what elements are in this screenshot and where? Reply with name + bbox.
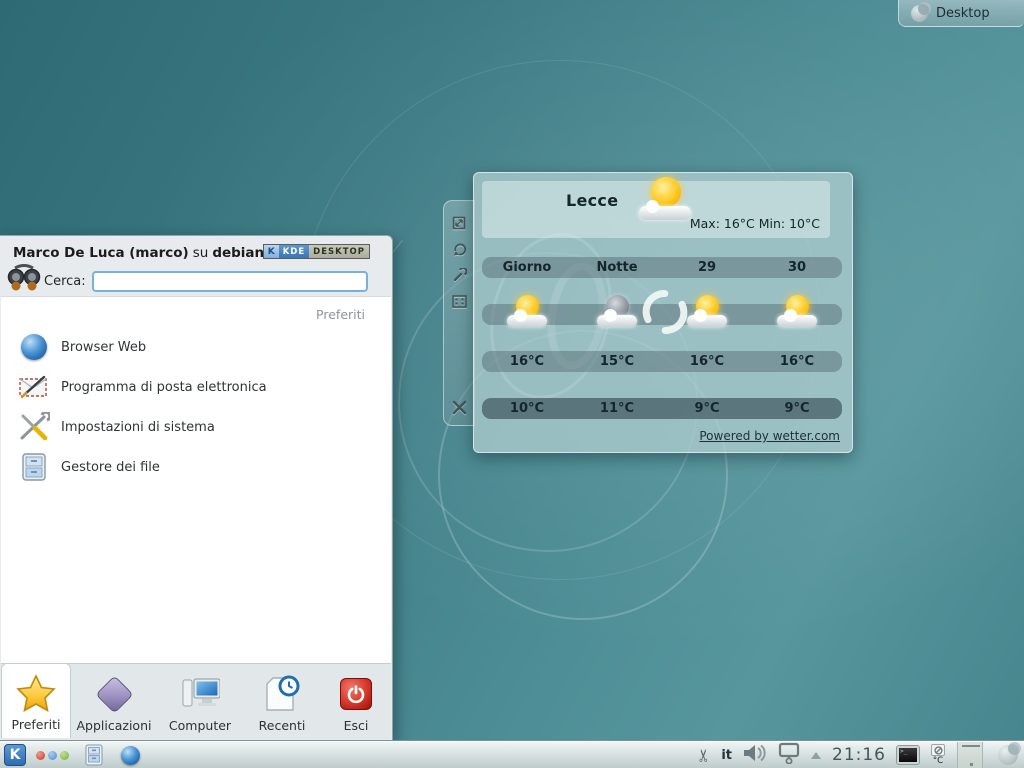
- computer-icon: [180, 674, 220, 714]
- green-dot-icon: [60, 751, 69, 760]
- favorite-item-browser-web[interactable]: Browser Web: [1, 327, 391, 367]
- badge-kde-label: KDE: [279, 245, 309, 258]
- tab-preferiti[interactable]: Preferiti: [1, 663, 71, 738]
- tab-applicazioni[interactable]: Applicazioni: [71, 664, 157, 739]
- blue-dot-icon: [48, 751, 57, 760]
- badge-desktop-label: DESKTOP: [309, 245, 369, 258]
- email-icon: [17, 370, 51, 404]
- kde-logo-icon: K: [264, 245, 279, 258]
- host-name: debian: [212, 245, 264, 261]
- weather-column-headers: Giorno Notte 29 30: [482, 257, 842, 278]
- tab-label: Computer: [169, 718, 231, 733]
- panel-widget-strip[interactable]: [957, 742, 983, 768]
- widget-handle[interactable]: [443, 200, 475, 426]
- favorite-item-system-settings[interactable]: Impostazioni di sistema: [1, 407, 391, 447]
- search-label: Cerca:: [44, 274, 86, 289]
- favorites-section-label: Preferiti: [316, 307, 365, 322]
- weather-header: Lecce Max: 16°C Min: 10°C: [482, 181, 830, 238]
- resize-icon[interactable]: [451, 215, 467, 231]
- web-browser-launcher[interactable]: [119, 744, 141, 766]
- file-cabinet-icon: [17, 450, 51, 484]
- volume-icon[interactable]: [741, 743, 767, 767]
- night-temp: 11°C: [572, 401, 662, 416]
- favorite-item-email[interactable]: Programma di posta elettronica: [1, 367, 391, 407]
- kickoff-tab-bar: Preferiti Applicazioni Computer Recenti: [1, 663, 391, 739]
- applications-diamond-icon: [94, 674, 134, 714]
- night-temp: 10°C: [482, 401, 572, 416]
- busy-spinner-icon: [635, 282, 694, 341]
- tools-icon: [17, 410, 51, 444]
- kickoff-user-title: Marco De Luca (marco)sudebian: [13, 245, 264, 261]
- tray-expander-icon[interactable]: [811, 752, 821, 759]
- sun-behind-clouds-icon: [505, 294, 549, 330]
- search-input[interactable]: [92, 271, 368, 292]
- power-icon: [336, 674, 376, 714]
- panel-cashew-icon[interactable]: [998, 745, 1018, 765]
- weather-max-min: Max: 16°C Min: 10°C: [690, 216, 820, 231]
- favorite-item-file-manager[interactable]: Gestore dei file: [1, 447, 391, 487]
- cashew-icon: [911, 5, 928, 22]
- konsole-icon[interactable]: >_: [897, 746, 919, 764]
- day-temp: 15°C: [572, 354, 662, 369]
- user-name: Marco De Luca (marco): [13, 245, 189, 261]
- maximize-icon[interactable]: [451, 293, 467, 309]
- column-label: 30: [752, 260, 842, 275]
- kde-menu-button[interactable]: K: [4, 744, 26, 766]
- file-manager-launcher[interactable]: [83, 744, 105, 766]
- column-label: 29: [662, 260, 752, 275]
- desktop-toolbox-label: Desktop: [936, 6, 990, 21]
- tab-computer[interactable]: Computer: [157, 664, 243, 739]
- web-browser-icon: [17, 330, 51, 364]
- keyboard-layout-indicator[interactable]: it: [721, 748, 732, 763]
- kickoff-search-row: Cerca:: [6, 266, 386, 296]
- panel-clock[interactable]: 21:16: [832, 745, 886, 765]
- rotate-icon[interactable]: [451, 241, 467, 257]
- tab-label: Recenti: [259, 718, 306, 733]
- sun-behind-clouds-icon: [637, 175, 695, 223]
- red-dot-icon: [36, 751, 45, 760]
- tab-esci[interactable]: Esci: [321, 664, 391, 739]
- weather-day-temps-row: 16°C 15°C 16°C 16°C: [482, 351, 842, 372]
- no-data-icon: [931, 744, 945, 756]
- desktop-toolbox-button[interactable]: Desktop: [898, 0, 1024, 27]
- column-label: Giorno: [482, 260, 572, 275]
- bottom-panel: K ✂ it 21:16 >_: [0, 741, 1024, 768]
- tab-label: Preferiti: [12, 717, 61, 732]
- weather-widget: Lecce Max: 16°C Min: 10°C Giorno Notte 2…: [473, 172, 853, 453]
- column-label: Notte: [572, 260, 662, 275]
- day-temp: 16°C: [662, 354, 752, 369]
- kickoff-menu: Marco De Luca (marco)sudebian K KDE DESK…: [0, 235, 393, 741]
- desktop-background: Desktop Lecce Max: 16°C Min: 10°C: [0, 0, 1024, 768]
- system-tray: ✂ it 21:16 >_ °C: [698, 742, 1022, 768]
- klipper-scissors-icon[interactable]: ✂: [697, 748, 714, 762]
- activity-dots-icon[interactable]: [36, 751, 69, 760]
- tab-label: Applicazioni: [77, 718, 152, 733]
- day-temp: 16°C: [482, 354, 572, 369]
- weather-city: Lecce: [566, 191, 618, 210]
- sun-behind-clouds-icon: [775, 294, 819, 330]
- kde-desktop-badge: K KDE DESKTOP: [263, 244, 370, 259]
- configure-wrench-icon[interactable]: [451, 267, 467, 283]
- recent-documents-icon: [262, 674, 302, 714]
- title-separator: su: [193, 245, 209, 261]
- moon-behind-clouds-icon: [595, 294, 639, 330]
- night-temp: 9°C: [752, 401, 842, 416]
- tab-recenti[interactable]: Recenti: [243, 664, 321, 739]
- weather-tray-widget[interactable]: °C: [928, 744, 948, 766]
- kickoff-favorites-list: Preferiti Browser Web Programma di posta…: [1, 296, 391, 664]
- tab-label: Esci: [344, 718, 369, 733]
- star-icon: [16, 673, 56, 713]
- wetter-credit-link[interactable]: Powered by wetter.com: [699, 429, 840, 443]
- network-monitor-icon[interactable]: [776, 742, 802, 768]
- weather-night-temps-row: 10°C 11°C 9°C 9°C: [482, 398, 842, 419]
- night-temp: 9°C: [662, 401, 752, 416]
- day-temp: 16°C: [752, 354, 842, 369]
- weather-tray-unit: °C: [933, 757, 943, 766]
- close-icon[interactable]: [451, 399, 467, 415]
